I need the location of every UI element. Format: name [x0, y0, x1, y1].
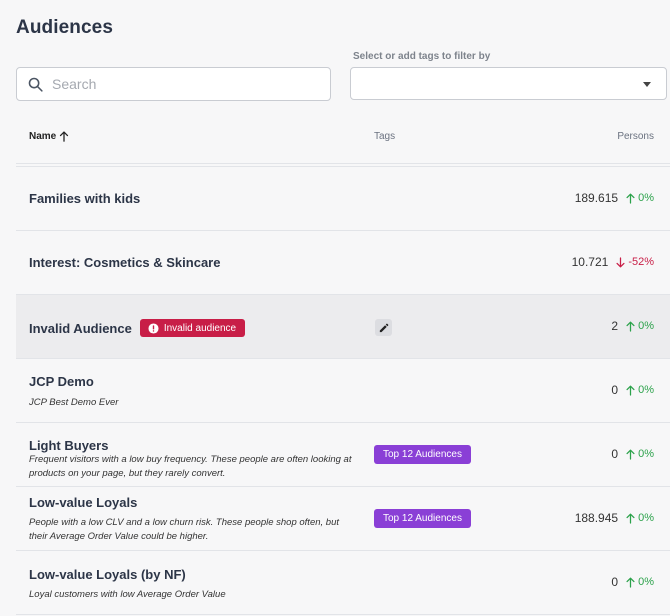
- table-row[interactable]: Light Buyers Frequent visitors with a lo…: [16, 423, 670, 487]
- trend-value: 0%: [638, 448, 654, 460]
- audience-name[interactable]: Light Buyers: [29, 438, 108, 453]
- audience-name[interactable]: Low-value Loyals: [29, 495, 137, 510]
- trend-indicator: 0%: [626, 384, 654, 396]
- audience-description: Frequent visitors with a low buy frequen…: [29, 454, 352, 479]
- tag-filter-select[interactable]: [350, 67, 667, 100]
- table-row[interactable]: Families with kids 189.615 0%: [16, 167, 670, 231]
- trend-value: 0%: [638, 576, 654, 588]
- persons-count: 2: [611, 319, 619, 333]
- trend-indicator: 0%: [626, 448, 654, 460]
- audience-description: People with a low CLV and a low churn ri…: [29, 517, 339, 542]
- sort-ascending-icon[interactable]: [59, 131, 69, 142]
- audience-description: JCP Best Demo Ever: [29, 397, 119, 408]
- trend-value: 0%: [638, 320, 654, 332]
- table-row[interactable]: Invalid Audience Invalid audience 2 0%: [16, 295, 670, 359]
- pencil-icon: [379, 323, 388, 332]
- trend-indicator: -52%: [616, 256, 654, 268]
- trend-value: 0%: [638, 512, 654, 524]
- audience-description: Loyal customers with low Average Order V…: [29, 589, 226, 600]
- persons-cell: 2 0%: [611, 319, 654, 333]
- trend-indicator: 0%: [626, 192, 654, 204]
- persons-cell: 0 0%: [611, 383, 654, 397]
- trend-indicator: 0%: [626, 320, 654, 332]
- column-header-tags: Tags: [374, 131, 396, 142]
- persons-cell: 0 0%: [611, 575, 654, 589]
- filter-label: Select or add tags to filter by: [353, 51, 491, 62]
- invalid-status-label: Invalid audience: [163, 322, 237, 334]
- persons-cell: 188.945 0%: [575, 511, 654, 525]
- column-header-name-label: Name: [29, 131, 57, 142]
- arrow-up-icon: [626, 513, 635, 524]
- trend-value: 0%: [638, 384, 654, 396]
- chevron-down-icon[interactable]: [643, 82, 651, 87]
- search-input[interactable]: [52, 76, 312, 92]
- persons-count: 10.721: [571, 255, 609, 269]
- arrow-down-icon: [616, 256, 625, 267]
- trend-value: 0%: [638, 192, 654, 204]
- audience-name[interactable]: JCP Demo: [29, 374, 94, 389]
- audience-name-cell: Invalid Audience Invalid audience: [29, 319, 246, 337]
- persons-count: 0: [611, 575, 619, 589]
- column-header-name[interactable]: Name: [29, 131, 69, 142]
- table-row[interactable]: JCP Demo JCP Best Demo Ever 0 0%: [16, 359, 670, 423]
- audience-name[interactable]: Families with kids: [29, 191, 140, 206]
- table-row[interactable]: Low-value Loyals (by NF) Loyal customers…: [16, 551, 670, 615]
- arrow-up-icon: [626, 577, 635, 588]
- arrow-up-icon: [626, 321, 635, 332]
- table-row[interactable]: Interest: Cosmetics & Skincare 10.721 -5…: [16, 231, 670, 295]
- arrow-up-icon: [626, 449, 635, 460]
- persons-cell: 10.721 -52%: [572, 255, 654, 269]
- audience-name[interactable]: Interest: Cosmetics & Skincare: [29, 255, 220, 270]
- persons-cell: 0 0%: [611, 447, 654, 461]
- arrow-up-icon: [626, 193, 635, 204]
- persons-count: 0: [611, 383, 619, 397]
- tag-chip[interactable]: Top 12 Audiences: [374, 445, 471, 464]
- column-header-persons[interactable]: Persons: [617, 131, 654, 142]
- alert-circle-icon: [148, 322, 159, 334]
- trend-indicator: 0%: [626, 512, 654, 524]
- page-title: Audiences: [16, 17, 113, 38]
- persons-count: 0: [611, 447, 619, 461]
- audience-list: Families with kids 189.615 0% Interest: …: [16, 167, 670, 615]
- persons-count: 188.945: [574, 511, 619, 525]
- table-row[interactable]: Low-value Loyals People with a low CLV a…: [16, 487, 670, 551]
- header-divider: [16, 163, 670, 164]
- search-box[interactable]: [16, 67, 331, 101]
- arrow-up-icon: [626, 385, 635, 396]
- audience-name[interactable]: Low-value Loyals (by NF): [29, 567, 186, 582]
- audience-name[interactable]: Invalid Audience: [29, 321, 132, 336]
- persons-count: 189.615: [574, 191, 619, 205]
- search-icon: [28, 77, 43, 92]
- trend-indicator: 0%: [626, 576, 654, 588]
- edit-tags-button[interactable]: [375, 319, 392, 336]
- tag-chip[interactable]: Top 12 Audiences: [374, 509, 471, 528]
- invalid-status-badge: Invalid audience: [139, 319, 246, 337]
- table-header: Name Tags Persons: [0, 120, 670, 160]
- trend-value: -52%: [628, 256, 654, 268]
- persons-cell: 189.615 0%: [575, 191, 654, 205]
